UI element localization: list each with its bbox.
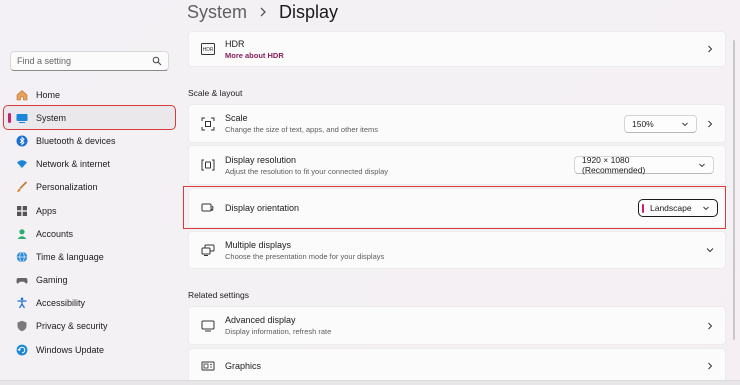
accessibility-icon — [16, 297, 28, 309]
chevron-right-icon — [706, 45, 714, 53]
sidebar-item-system[interactable]: System — [3, 105, 176, 131]
shield-icon — [16, 320, 28, 332]
focus-indicator — [642, 204, 644, 213]
resolution-subtitle: Adjust the resolution to fit your connec… — [225, 166, 389, 176]
chevron-down-icon — [698, 161, 706, 169]
account-icon — [16, 228, 28, 240]
more-about-hdr-link[interactable]: More about HDR — [225, 51, 284, 60]
hdr-icon: HDR — [201, 42, 215, 56]
multiple-displays-subtitle: Choose the presentation mode for your di… — [225, 251, 385, 261]
home-icon — [16, 89, 28, 101]
orientation-dropdown[interactable]: Landscape — [638, 199, 718, 217]
sidebar-item-apps[interactable]: Apps — [4, 199, 175, 222]
orientation-icon — [201, 201, 215, 215]
hdr-title: HDR — [225, 38, 245, 49]
scale-title: Scale — [225, 113, 248, 123]
sidebar-item-label: Home — [36, 89, 61, 100]
bluetooth-icon — [16, 135, 28, 147]
sidebar-item-label: Apps — [36, 205, 57, 216]
search-box[interactable] — [10, 51, 169, 71]
sidebar-item-bluetooth[interactable]: Bluetooth & devices — [4, 129, 175, 152]
sidebar-item-label: Time & language — [36, 251, 104, 262]
chevron-down-icon[interactable] — [706, 246, 714, 254]
page-title: Display — [279, 2, 339, 22]
display-orientation-card: Display orientation Landscape — [188, 188, 726, 228]
svg-text:HDR: HDR — [203, 47, 214, 53]
chevron-down-icon — [681, 120, 689, 128]
sidebar-item-label: Privacy & security — [36, 321, 108, 332]
sidebar-item-label: Accounts — [36, 228, 74, 239]
monitor-icon — [201, 319, 215, 333]
sidebar: Home System Bluetooth & devices Network … — [0, 0, 180, 385]
chevron-right-icon — [706, 362, 714, 370]
apps-icon — [16, 205, 28, 217]
sidebar-item-time-language[interactable]: Time & language — [4, 245, 175, 268]
scale-card[interactable]: Scale Change the size of text, apps, and… — [188, 104, 726, 143]
sidebar-item-label: Personalization — [36, 182, 98, 193]
graphics-title: Graphics — [225, 361, 262, 371]
sidebar-item-personalization[interactable]: Personalization — [4, 176, 175, 199]
sidebar-item-label: Network & internet — [36, 159, 111, 170]
breadcrumb: System Display — [187, 2, 338, 23]
taskbar-edge — [0, 380, 740, 385]
sidebar-item-network[interactable]: Network & internet — [4, 153, 175, 176]
graphics-card[interactable]: Graphics — [188, 348, 726, 384]
breadcrumb-chevron-icon — [259, 6, 267, 20]
resolution-icon — [201, 158, 215, 172]
breadcrumb-system[interactable]: System — [187, 2, 247, 23]
section-related-settings: Related settings — [188, 290, 249, 300]
multiple-displays-card[interactable]: Multiple displays Choose the presentatio… — [188, 231, 726, 269]
gamepad-icon — [16, 274, 28, 286]
sidebar-item-label: Windows Update — [36, 344, 105, 355]
scrollbar[interactable] — [733, 40, 735, 340]
scale-icon — [201, 117, 215, 131]
scale-value: 150% — [632, 118, 654, 129]
chevron-right-icon — [706, 322, 714, 330]
resolution-value: 1920 × 1080 (Recommended) — [582, 155, 646, 175]
advanced-display-title: Advanced display — [225, 315, 296, 325]
system-icon — [16, 112, 28, 124]
graphics-card-icon — [201, 359, 215, 373]
sidebar-item-gaming[interactable]: Gaming — [4, 269, 175, 292]
display-resolution-card: Display resolution Adjust the resolution… — [188, 145, 726, 185]
search-input[interactable] — [17, 56, 152, 66]
orientation-value: Landscape — [650, 203, 692, 213]
search-icon[interactable] — [152, 56, 162, 66]
update-icon — [16, 344, 28, 356]
chevron-down-icon — [702, 204, 710, 212]
sidebar-item-label: Bluetooth & devices — [36, 135, 116, 146]
hdr-card[interactable]: HDR HDR More about HDR — [188, 31, 726, 67]
sidebar-item-privacy-security[interactable]: Privacy & security — [4, 315, 175, 338]
resolution-title: Display resolution — [225, 154, 297, 165]
sidebar-item-label: System — [36, 112, 67, 123]
sidebar-item-windows-update[interactable]: Windows Update — [4, 338, 175, 361]
sidebar-nav: Home System Bluetooth & devices Network … — [3, 83, 176, 361]
sidebar-item-accounts[interactable]: Accounts — [4, 222, 175, 245]
sidebar-item-home[interactable]: Home — [4, 83, 175, 106]
multiple-displays-icon — [201, 243, 215, 257]
scale-subtitle: Change the size of text, apps, and other… — [225, 125, 379, 134]
chevron-right-icon — [706, 120, 714, 128]
section-scale-layout: Scale & layout — [188, 88, 243, 98]
advanced-display-card[interactable]: Advanced display Display information, re… — [188, 306, 726, 345]
globe-clock-icon — [16, 251, 28, 263]
brush-icon — [16, 181, 28, 193]
resolution-dropdown[interactable]: 1920 × 1080 (Recommended) — [574, 155, 714, 175]
multiple-displays-title: Multiple displays — [225, 239, 292, 250]
advanced-display-subtitle: Display information, refresh rate — [225, 327, 332, 336]
sidebar-item-accessibility[interactable]: Accessibility — [4, 292, 175, 315]
sidebar-item-label: Accessibility — [36, 298, 86, 309]
sidebar-item-label: Gaming — [36, 275, 68, 286]
wifi-icon — [16, 158, 28, 170]
orientation-title: Display orientation — [225, 203, 300, 213]
scale-dropdown[interactable]: 150% — [624, 114, 697, 133]
